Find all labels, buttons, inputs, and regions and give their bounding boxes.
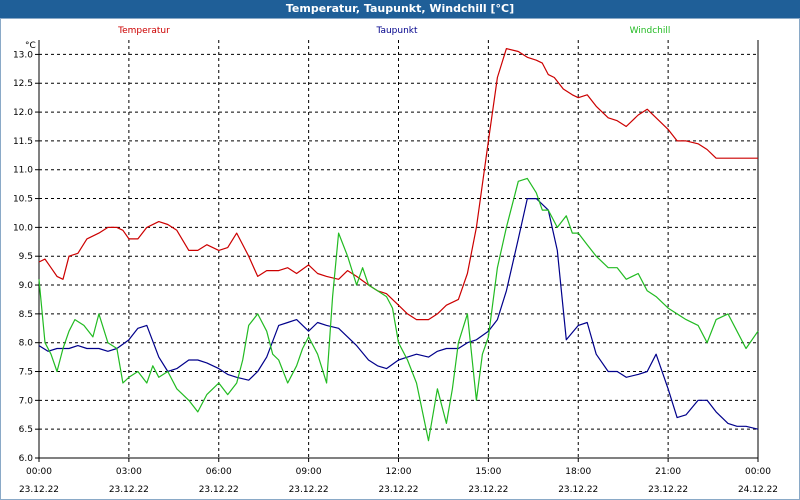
- y-tick-label: 10.0: [13, 223, 33, 233]
- x-date-label: 23.12.22: [468, 485, 508, 495]
- y-tick-label: 12.5: [13, 79, 33, 89]
- y-tick-label: 13.0: [13, 50, 33, 60]
- y-tick-label: 10.5: [13, 195, 33, 205]
- y-tick-label: 7.5: [19, 368, 33, 378]
- chart-title: Temperatur, Taupunkt, Windchill [°C]: [0, 0, 800, 18]
- x-date-label: 23.12.22: [109, 485, 149, 495]
- x-tick-label: 15:00: [475, 467, 501, 477]
- x-tick-label: 21:00: [655, 467, 681, 477]
- y-tick-label: 11.0: [13, 166, 33, 176]
- x-tick-label: 18:00: [565, 467, 591, 477]
- x-date-label: 23.12.22: [19, 485, 59, 495]
- y-tick-label: 9.0: [19, 281, 34, 291]
- x-tick-label: 06:00: [206, 467, 232, 477]
- y-axis-unit: °C: [25, 41, 36, 51]
- legend-entry-taupunkt: Taupunkt: [375, 26, 418, 36]
- legend: Temperatur Taupunkt Windchill: [117, 26, 670, 36]
- grid: [39, 40, 758, 458]
- x-date-label: 23.12.22: [199, 485, 239, 495]
- y-tick-label: 11.5: [13, 137, 33, 147]
- x-date-label: 23.12.22: [378, 485, 418, 495]
- x-date-label: 23.12.22: [289, 485, 329, 495]
- line-chart: 6.0 6.5 7.0 7.5 8.0 8.5 9.0 9.5 10.0 10.5 11.0 11.5…: [13, 26, 778, 495]
- x-tick-label: 03:00: [116, 467, 142, 477]
- x-tick-label: 12:00: [386, 467, 412, 477]
- y-tick-label: 6.5: [19, 425, 33, 435]
- x-date-label: 23.12.22: [648, 485, 688, 495]
- y-tick-label: 8.5: [19, 310, 33, 320]
- x-tick-label: 00:00: [745, 467, 771, 477]
- y-tick-label: 12.0: [13, 108, 33, 118]
- x-tick-label: 09:00: [296, 467, 322, 477]
- x-tick-label: 00:00: [26, 467, 52, 477]
- x-date-label: 23.12.22: [558, 485, 598, 495]
- x-date-label: 24.12.22: [738, 485, 778, 495]
- legend-entry-temperatur: Temperatur: [117, 26, 170, 36]
- y-tick-label: 9.5: [19, 252, 33, 262]
- y-tick-label: 7.0: [19, 396, 34, 406]
- y-tick-label: 6.0: [19, 454, 34, 464]
- y-tick-label: 8.0: [19, 339, 34, 349]
- legend-entry-windchill: Windchill: [630, 26, 671, 36]
